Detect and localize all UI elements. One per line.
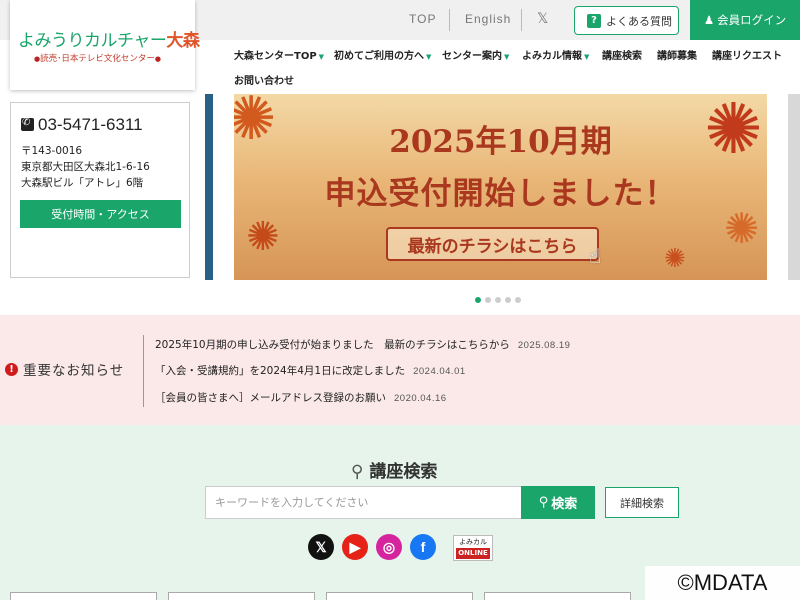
caret-down-icon: ▼ — [504, 53, 510, 61]
news-date: 2024.04.01 — [413, 366, 466, 377]
maple-leaf-icon: ✺ — [664, 244, 686, 274]
search-input[interactable] — [205, 486, 522, 519]
facebook-icon[interactable]: f — [410, 534, 436, 560]
badge-bottom-text: ONLINE — [456, 548, 490, 559]
hero-banner[interactable]: ✺ ✺ ✺ ✺ ✺ 2025年10月期 申込受付開始しました！ 最新のチラシはこ… — [234, 94, 767, 280]
slider-dot[interactable] — [515, 297, 521, 303]
category-card[interactable] — [484, 592, 631, 600]
login-label: 会員ログイン — [717, 13, 787, 27]
contact-box: 03-5471-6311 〒143-0016 東京都大田区大森北1-6-16 大… — [10, 102, 190, 278]
search-icon: ⚲ — [351, 462, 364, 482]
maple-leaf-icon: ✺ — [246, 214, 280, 260]
flyer-button[interactable]: 最新のチラシはこちら — [386, 227, 599, 261]
nav-first-time[interactable]: 初めてご利用の方へ ▼ — [334, 47, 431, 62]
important-notices: ! 重要なお知らせ 2025年10月期の申し込み受付が始まりました 最新のチラシ… — [0, 315, 800, 425]
nav-course-request[interactable]: 講座リクエスト — [712, 47, 782, 62]
x-icon[interactable]: 𝕏 — [537, 11, 548, 27]
nav-center-guide[interactable]: センター案内 ▼ — [442, 47, 509, 62]
caret-down-icon: ▼ — [584, 53, 590, 61]
slider-dots — [475, 297, 521, 303]
slider-dot[interactable] — [475, 297, 481, 303]
logo-title: よみうりカルチャー大森 — [18, 31, 200, 51]
watermark: ©MDATA — [645, 566, 800, 600]
instagram-icon[interactable]: ◎ — [376, 534, 402, 560]
search-button[interactable]: ⚲ 検索 — [521, 486, 595, 519]
badge-top-text: よみカル — [459, 538, 487, 546]
divider — [449, 9, 450, 31]
caret-down-icon: ▼ — [426, 53, 432, 61]
nav-course-search[interactable]: 講座検索 — [602, 47, 642, 62]
search-title: ⚲ 講座検索 — [351, 462, 438, 482]
notice-heading: ! 重要なお知らせ — [5, 359, 124, 379]
advanced-search-button[interactable]: 詳細検索 — [605, 487, 679, 518]
category-card[interactable] — [10, 592, 157, 600]
youtube-icon[interactable]: ▶ — [342, 534, 368, 560]
next-slide-peek[interactable] — [788, 94, 800, 280]
address-line2: 大森駅ビル「アトレ」6階 — [21, 177, 144, 189]
prev-slide-peek[interactable] — [205, 94, 213, 280]
search-icon: ⚲ — [538, 495, 549, 510]
slider-dot[interactable] — [505, 297, 511, 303]
news-item[interactable]: ［会員の皆さまへ］メールアドレス登録のお願い 2020.04.16 — [155, 390, 447, 405]
divider — [143, 335, 144, 407]
question-icon: ? — [587, 13, 601, 28]
nav-instructor-recruit[interactable]: 講師募集 — [657, 47, 697, 62]
faq-label: よくある質問 — [606, 14, 672, 28]
phone-icon — [21, 117, 34, 131]
logo-subtitle: 読売･日本テレビ文化センター — [34, 52, 161, 64]
x-icon[interactable]: 𝕏 — [308, 534, 334, 560]
slider-dot[interactable] — [485, 297, 491, 303]
postal-code: 〒143-0016 — [21, 145, 83, 157]
site-logo[interactable]: よみうりカルチャー大森 読売･日本テレビ文化センター — [10, 0, 200, 90]
pointer-hand-icon: ☝ — [589, 244, 602, 268]
nav-contact[interactable]: お問い合わせ — [234, 72, 294, 87]
faq-button[interactable]: ? よくある質問 — [574, 6, 679, 35]
divider — [521, 9, 522, 31]
yomikaru-online-badge[interactable]: よみカル ONLINE — [453, 535, 493, 561]
category-card[interactable] — [326, 592, 473, 600]
nav-yomikaru-info[interactable]: よみカル情報 ▼ — [522, 47, 589, 62]
news-date: 2025.08.19 — [517, 340, 571, 351]
alert-icon: ! — [5, 362, 18, 376]
caret-down-icon: ▼ — [318, 53, 325, 61]
member-login-button[interactable]: ♟ 会員ログイン — [690, 0, 800, 40]
banner-title: 2025年10月期 — [389, 124, 612, 160]
phone-number[interactable]: 03-5471-6311 — [21, 115, 143, 135]
nav-center-top[interactable]: 大森センターTOP ▼ — [234, 47, 324, 62]
access-button[interactable]: 受付時間・アクセス — [20, 200, 181, 228]
category-card[interactable] — [168, 592, 315, 600]
top-link[interactable]: TOP — [409, 12, 436, 26]
user-icon: ♟ — [703, 13, 715, 27]
banner-subtitle: 申込受付開始しました！ — [324, 176, 677, 212]
english-link[interactable]: English — [465, 12, 511, 26]
slider-dot[interactable] — [495, 297, 501, 303]
news-item[interactable]: 「入会・受講規約」を2024年4月1日に改定しました 2024.04.01 — [155, 363, 466, 378]
news-date: 2020.04.16 — [394, 393, 447, 404]
news-item[interactable]: 2025年10月期の申し込み受付が始まりました 最新のチラシはこちらから 2025… — [155, 337, 570, 352]
address-line1: 東京都大田区大森北1-6-16 — [21, 161, 150, 173]
